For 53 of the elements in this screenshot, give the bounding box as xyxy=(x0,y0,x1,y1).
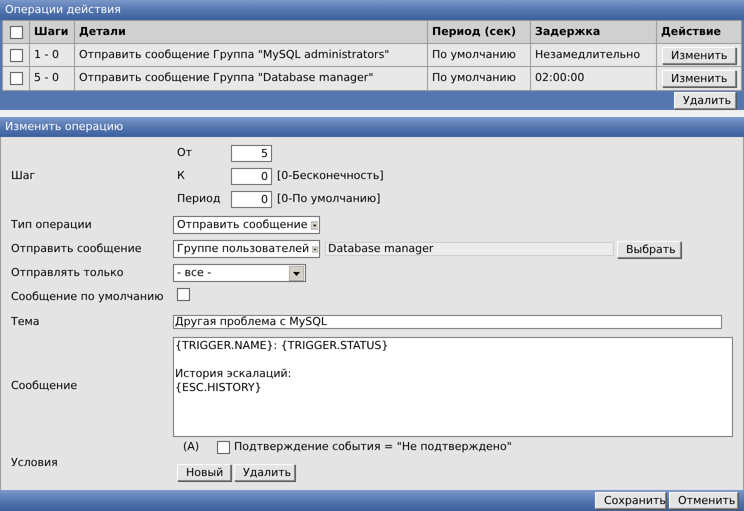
table-cell-text: По умолчанию xyxy=(432,70,516,86)
table-cell-text: 5 - 0 xyxy=(34,70,59,86)
delete-button[interactable]: Удалить xyxy=(674,92,736,109)
field-label: Отправить сообщение xyxy=(11,240,143,257)
table-cell-text: По умолчанию xyxy=(432,46,516,63)
delete-button[interactable]: Удалить xyxy=(234,464,295,481)
edit-button[interactable]: Изменить xyxy=(662,70,736,87)
hint-text: [0-По умолчанию] xyxy=(277,191,380,208)
dropdown-arrow-icon xyxy=(289,266,304,280)
field-label: Тип операции xyxy=(11,216,93,233)
checkbox[interactable] xyxy=(10,26,22,38)
field-label: Сообщение по умолчанию xyxy=(11,288,164,305)
checkbox[interactable] xyxy=(10,72,22,85)
panel-title: Операции действия xyxy=(5,2,121,18)
new-button[interactable]: Новый xyxy=(177,464,231,481)
number-field[interactable]: 5 xyxy=(231,145,272,162)
field-label: Сообщение xyxy=(11,378,78,394)
table-cell-text: Незамедлительно xyxy=(535,46,640,63)
checkbox[interactable] xyxy=(217,441,230,454)
recipient-type-select[interactable]: Группе пользователей xyxy=(173,240,320,258)
hint-text: [0-Бесконечность] xyxy=(277,168,384,184)
field-label: Тема xyxy=(11,314,41,330)
field-label: От xyxy=(177,145,194,162)
table-cell-text: 02:00:00 xyxy=(535,70,584,86)
field-label: Условия xyxy=(11,454,59,471)
column-header: Период (сек) xyxy=(432,24,516,40)
table-cell-text: Отправить сообщение Группа "Database manager" xyxy=(79,70,374,86)
cancel-button[interactable]: Отменить xyxy=(669,492,738,509)
column-header: Действие xyxy=(661,24,721,40)
number-field[interactable]: 0 xyxy=(231,168,272,185)
checkbox[interactable] xyxy=(10,48,22,62)
operation-type-select[interactable]: Отправить сообщение xyxy=(173,216,320,234)
field-label: К xyxy=(177,168,186,184)
message-textarea[interactable]: {TRIGGER.NAME}: {TRIGGER.STATUS} История эскалаций: {ESC.HISTORY} xyxy=(173,336,733,436)
number-field[interactable]: 0 xyxy=(231,191,272,208)
send-only-select[interactable]: - все - xyxy=(173,264,306,282)
column-header: Задержка xyxy=(535,24,600,40)
save-button[interactable]: Сохранить xyxy=(595,492,666,509)
field-label: Шаг xyxy=(11,168,36,184)
condition-text: Подтверждение события = "Не подтверждено" xyxy=(234,439,512,456)
subject-field[interactable]: Другая проблема с MySQL xyxy=(173,315,722,329)
field-label: Отправлять только xyxy=(11,264,125,281)
column-header: Детали xyxy=(79,24,126,40)
select-button[interactable]: Выбрать xyxy=(617,240,681,258)
checkbox[interactable] xyxy=(177,288,190,301)
edit-button[interactable]: Изменить xyxy=(662,46,736,64)
field-label: Период xyxy=(177,191,222,208)
column-header: Шаги xyxy=(34,24,68,40)
recipient-field[interactable]: Database manager xyxy=(325,242,614,256)
table-cell-text: 1 - 0 xyxy=(34,46,59,63)
panel-title: Изменить операцию xyxy=(5,118,124,135)
table-cell-text: Отправить сообщение Группа "MySQL administrators" xyxy=(79,46,390,63)
condition-tag: (A) xyxy=(177,439,215,456)
